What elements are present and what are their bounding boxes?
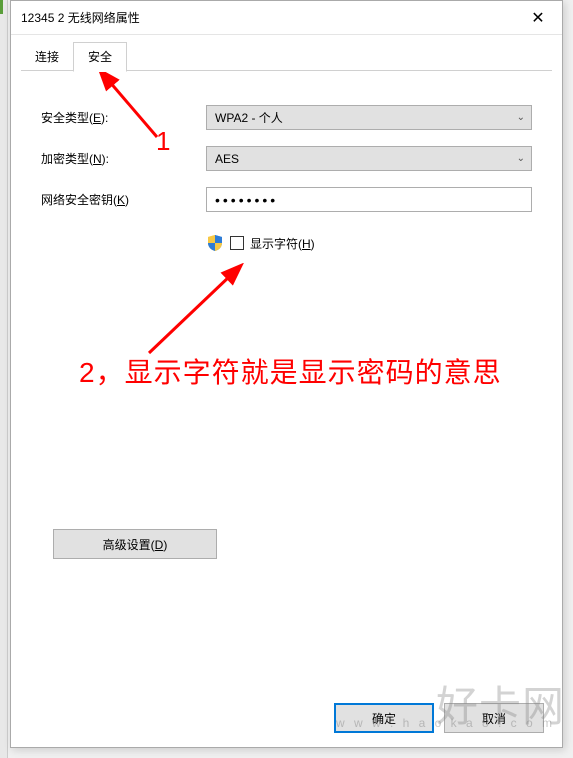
close-button[interactable]: ✕ (516, 3, 560, 33)
row-network-key: 网络安全密钥(K) •••••••• (41, 187, 532, 212)
row-security-type: 安全类型(E): WPA2 - 个人 ⌄ (41, 105, 532, 130)
row-encryption-type: 加密类型(N): AES ⌄ (41, 146, 532, 171)
input-network-key[interactable]: •••••••• (206, 187, 532, 212)
dropdown-encryption-type[interactable]: AES ⌄ (206, 146, 532, 171)
close-icon: ✕ (531, 8, 544, 28)
uac-shield-icon (206, 234, 224, 252)
dialog-button-bar: 确定 取消 (334, 703, 544, 733)
chevron-down-icon: ⌄ (517, 112, 525, 123)
tab-connect[interactable]: 连接 (21, 43, 73, 71)
label-network-key: 网络安全密钥(K) (41, 191, 206, 208)
ok-button-label: 确定 (372, 710, 396, 727)
advanced-settings-label: 高级设置(D) (103, 536, 168, 553)
advanced-settings-button[interactable]: 高级设置(D) (53, 529, 217, 559)
label-security-type: 安全类型(E): (41, 109, 206, 126)
window-title: 12345 2 无线网络属性 (21, 9, 516, 26)
cancel-button[interactable]: 取消 (444, 703, 544, 733)
annotation-number-1: 1 (156, 126, 170, 157)
tab-strip: 连接 安全 (11, 35, 562, 71)
dropdown-security-type[interactable]: WPA2 - 个人 ⌄ (206, 105, 532, 130)
titlebar: 12345 2 无线网络属性 ✕ (11, 1, 562, 35)
checkbox-show-characters[interactable] (230, 236, 244, 250)
annotation-text-2: 2，显示字符就是显示密码的意思 (79, 353, 502, 393)
chevron-down-icon: ⌄ (517, 153, 525, 164)
dropdown-security-type-value: WPA2 - 个人 (215, 109, 517, 126)
ok-button[interactable]: 确定 (334, 703, 434, 733)
wifi-properties-dialog: 12345 2 无线网络属性 ✕ 连接 安全 安全类型(E): WPA2 - 个… (10, 0, 563, 748)
tab-security[interactable]: 安全 (73, 42, 127, 72)
tab-connect-label: 连接 (35, 50, 59, 64)
input-network-key-value: •••••••• (215, 192, 278, 208)
tab-security-label: 安全 (88, 50, 112, 64)
label-show-characters: 显示字符(H) (250, 235, 315, 252)
annotation-arrow-2 (131, 263, 271, 363)
tab-content: 安全类型(E): WPA2 - 个人 ⌄ 加密类型(N): AES ⌄ 网络安全… (11, 71, 562, 272)
dropdown-encryption-type-value: AES (215, 152, 517, 166)
host-window-edge (0, 0, 8, 758)
cancel-button-label: 取消 (482, 710, 506, 727)
label-encryption-type: 加密类型(N): (41, 150, 206, 167)
row-show-characters: 显示字符(H) (206, 234, 532, 252)
